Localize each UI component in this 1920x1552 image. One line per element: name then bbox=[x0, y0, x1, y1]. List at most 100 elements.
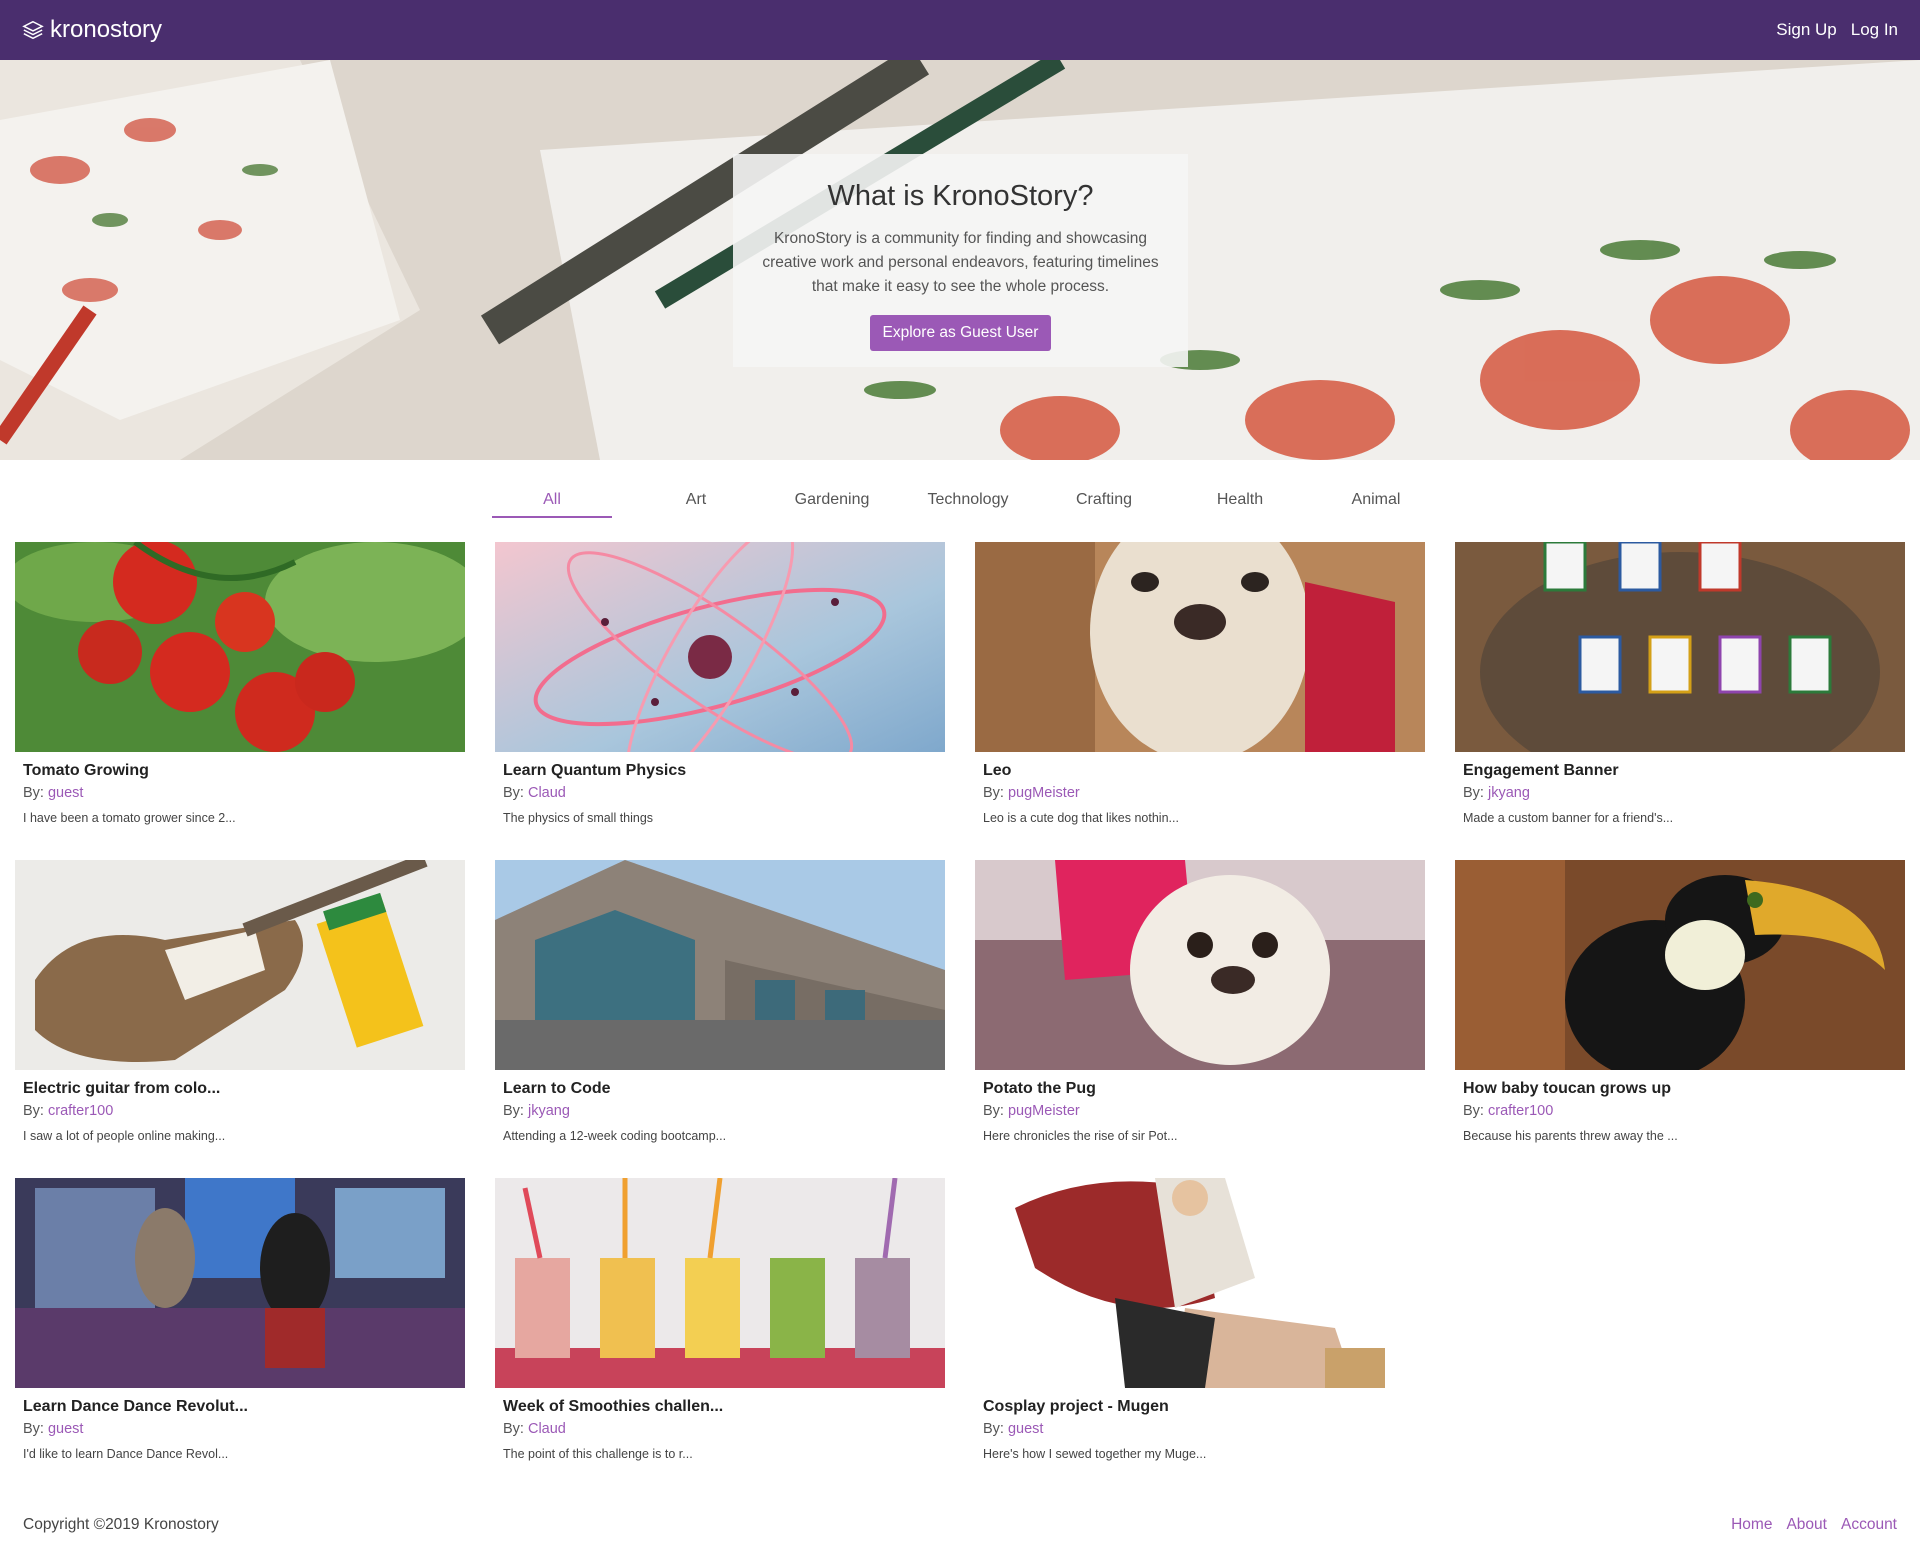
story-byline: By: Claud bbox=[503, 1421, 937, 1437]
hero-description: KronoStory is a community for finding an… bbox=[762, 230, 1159, 295]
story-description: Attending a 12-week coding bootcamp... bbox=[503, 1129, 727, 1143]
story-card[interactable]: Potato the Pug By: pugMeister Here chron… bbox=[975, 860, 1425, 1160]
footer-links: Home About Account bbox=[1731, 1516, 1897, 1534]
copyright-text: Copyright ©2019 Kronostory bbox=[23, 1516, 219, 1533]
story-card[interactable]: Leo By: pugMeister Leo is a cute dog tha… bbox=[975, 542, 1425, 842]
story-card[interactable]: Electric guitar from colo... By: crafter… bbox=[15, 860, 465, 1160]
story-thumbnail[interactable] bbox=[15, 542, 465, 752]
author-link[interactable]: Claud bbox=[528, 785, 566, 801]
story-byline: By: crafter100 bbox=[1463, 1103, 1897, 1119]
story-description: Made a custom banner for a friend's... bbox=[1463, 811, 1674, 825]
story-card[interactable]: Learn to Code By: jkyang Attending a 12-… bbox=[495, 860, 945, 1160]
story-description: Leo is a cute dog that likes nothin... bbox=[983, 811, 1179, 825]
story-description: The physics of small things bbox=[503, 811, 654, 825]
story-title[interactable]: Electric guitar from colo... bbox=[23, 1080, 457, 1098]
story-thumbnail[interactable] bbox=[15, 1178, 465, 1388]
story-description: I have been a tomato grower since 2... bbox=[23, 811, 236, 825]
auth-links: Sign Up Log In bbox=[1776, 20, 1898, 40]
by-label: By: bbox=[983, 1421, 1004, 1437]
story-byline: By: jkyang bbox=[503, 1103, 937, 1119]
story-title[interactable]: Tomato Growing bbox=[23, 762, 457, 780]
story-description: Because his parents threw away the ... bbox=[1463, 1129, 1678, 1143]
story-card[interactable]: Learn Dance Dance Revolut... By: guest I… bbox=[15, 1178, 465, 1478]
story-description: I saw a lot of people online making... bbox=[23, 1129, 226, 1143]
by-label: By: bbox=[503, 1103, 524, 1119]
story-title[interactable]: Learn Quantum Physics bbox=[503, 762, 937, 780]
author-link[interactable]: guest bbox=[1008, 1421, 1043, 1437]
author-link[interactable]: guest bbox=[48, 1421, 83, 1437]
story-byline: By: guest bbox=[23, 785, 457, 801]
author-link[interactable]: Claud bbox=[528, 1421, 566, 1437]
tab-art[interactable]: Art bbox=[628, 470, 764, 518]
by-label: By: bbox=[23, 785, 44, 801]
story-title[interactable]: How baby toucan grows up bbox=[1463, 1080, 1897, 1098]
story-title[interactable]: Learn to Code bbox=[503, 1080, 937, 1098]
author-link[interactable]: pugMeister bbox=[1008, 1103, 1080, 1119]
author-link[interactable]: jkyang bbox=[528, 1103, 570, 1119]
story-title[interactable]: Cosplay project - Mugen bbox=[983, 1398, 1417, 1416]
author-link[interactable]: pugMeister bbox=[1008, 785, 1080, 801]
tab-animal[interactable]: Animal bbox=[1308, 470, 1444, 518]
story-description: The point of this challenge is to r... bbox=[503, 1447, 693, 1461]
story-thumbnail[interactable] bbox=[495, 1178, 945, 1388]
story-byline: By: guest bbox=[983, 1421, 1417, 1437]
story-card[interactable]: Learn Quantum Physics By: Claud The phys… bbox=[495, 542, 945, 842]
brand-name: kronostory bbox=[50, 16, 163, 43]
author-link[interactable]: jkyang bbox=[1488, 785, 1530, 801]
story-byline: By: jkyang bbox=[1463, 785, 1897, 801]
story-description: Here's how I sewed together my Muge... bbox=[983, 1447, 1207, 1461]
footer-about-link[interactable]: About bbox=[1786, 1516, 1827, 1534]
story-thumbnail[interactable] bbox=[495, 542, 945, 752]
story-card[interactable]: Week of Smoothies challen... By: Claud T… bbox=[495, 1178, 945, 1478]
story-description: Here chronicles the rise of sir Pot... bbox=[983, 1129, 1178, 1143]
story-card[interactable]: Cosplay project - Mugen By: guest Here's… bbox=[975, 1178, 1425, 1478]
page-footer: Copyright ©2019 Kronostory Home About Ac… bbox=[0, 1510, 1920, 1540]
story-byline: By: guest bbox=[23, 1421, 457, 1437]
story-card[interactable]: Tomato Growing By: guest I have been a t… bbox=[15, 542, 465, 842]
story-thumbnail[interactable] bbox=[975, 860, 1425, 1070]
story-thumbnail[interactable] bbox=[15, 860, 465, 1070]
footer-account-link[interactable]: Account bbox=[1841, 1516, 1897, 1534]
by-label: By: bbox=[983, 1103, 1004, 1119]
top-navbar: kronostory Sign Up Log In bbox=[0, 0, 1920, 60]
story-byline: By: pugMeister bbox=[983, 1103, 1417, 1119]
tab-all[interactable]: All bbox=[492, 470, 612, 518]
log-in-link[interactable]: Log In bbox=[1851, 20, 1898, 40]
story-byline: By: crafter100 bbox=[23, 1103, 457, 1119]
author-link[interactable]: crafter100 bbox=[48, 1103, 113, 1119]
author-link[interactable]: guest bbox=[48, 785, 83, 801]
story-thumbnail[interactable] bbox=[495, 860, 945, 1070]
tab-gardening[interactable]: Gardening bbox=[764, 470, 900, 518]
footer-home-link[interactable]: Home bbox=[1731, 1516, 1772, 1534]
story-title[interactable]: Week of Smoothies challen... bbox=[503, 1398, 937, 1416]
hero-title: What is KronoStory? bbox=[827, 180, 1094, 212]
hero-banner: What is KronoStory? KronoStory is a comm… bbox=[0, 60, 1920, 460]
explore-guest-button[interactable]: Explore as Guest User bbox=[869, 315, 1052, 351]
category-tabs: All Art Gardening Technology Crafting He… bbox=[492, 470, 1444, 518]
story-description: I'd like to learn Dance Dance Revol... bbox=[23, 1447, 229, 1461]
story-card[interactable]: Engagement Banner By: jkyang Made a cust… bbox=[1455, 542, 1905, 842]
story-byline: By: Claud bbox=[503, 785, 937, 801]
story-title[interactable]: Potato the Pug bbox=[983, 1080, 1417, 1098]
tab-technology[interactable]: Technology bbox=[900, 470, 1036, 518]
tab-health[interactable]: Health bbox=[1172, 470, 1308, 518]
story-title[interactable]: Engagement Banner bbox=[1463, 762, 1897, 780]
brand-logo-link[interactable]: kronostory bbox=[22, 16, 162, 44]
by-label: By: bbox=[23, 1103, 44, 1119]
tab-crafting[interactable]: Crafting bbox=[1036, 470, 1172, 518]
story-title[interactable]: Leo bbox=[983, 762, 1417, 780]
story-thumbnail[interactable] bbox=[975, 1178, 1425, 1388]
by-label: By: bbox=[983, 785, 1004, 801]
story-thumbnail[interactable] bbox=[1455, 542, 1905, 752]
by-label: By: bbox=[1463, 785, 1484, 801]
author-link[interactable]: crafter100 bbox=[1488, 1103, 1553, 1119]
hero-info-card: What is KronoStory? KronoStory is a comm… bbox=[733, 154, 1188, 367]
story-thumbnail[interactable] bbox=[975, 542, 1425, 752]
story-card[interactable]: How baby toucan grows up By: crafter100 … bbox=[1455, 860, 1905, 1160]
story-thumbnail[interactable] bbox=[1455, 860, 1905, 1070]
by-label: By: bbox=[23, 1421, 44, 1437]
sign-up-link[interactable]: Sign Up bbox=[1776, 20, 1836, 40]
story-byline: By: pugMeister bbox=[983, 785, 1417, 801]
story-title[interactable]: Learn Dance Dance Revolut... bbox=[23, 1398, 457, 1416]
by-label: By: bbox=[503, 1421, 524, 1437]
